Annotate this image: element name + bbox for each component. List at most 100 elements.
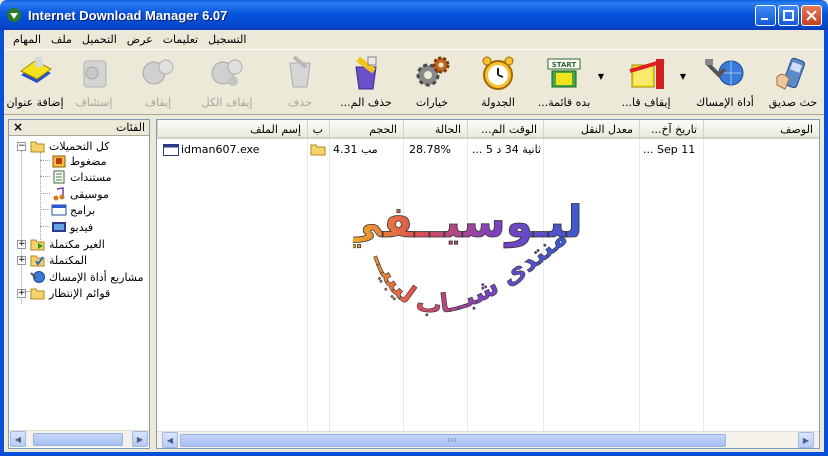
resume-button[interactable]: إستئناف	[70, 52, 118, 114]
stop-queue-icon	[629, 59, 665, 89]
menu-view[interactable]: عرض	[122, 33, 158, 46]
categories-title: الفئات	[116, 121, 145, 134]
maximize-button[interactable]	[778, 5, 799, 26]
toolbar: إضافة عنوان إستئناف إيقاف إيقاف الكل حذف…	[4, 49, 824, 115]
unfinished-folder-icon	[30, 239, 45, 251]
menu-tasks[interactable]: المهام	[8, 33, 46, 46]
add-url-button[interactable]: إضافة عنوان	[6, 52, 64, 114]
tree-item-all-downloads[interactable]: − كل التحميلات	[17, 138, 110, 154]
svg-text:START: START	[552, 61, 577, 69]
column-q[interactable]: ب	[307, 120, 329, 139]
column-headers: إسم الملف ب الحجم الحالة ...الوقت الم مع…	[157, 120, 819, 139]
documents-icon	[53, 170, 65, 184]
scroll-thumb[interactable]	[180, 433, 726, 447]
resume-icon	[83, 60, 107, 88]
stop-all-icon	[211, 59, 243, 86]
column-last-try[interactable]: ...تاريخ آخ	[639, 120, 703, 139]
tree-item-compressed[interactable]: مضغوط	[51, 153, 107, 169]
window-title: Internet Download Manager 6.07	[28, 7, 228, 23]
start-queue-button[interactable]: START ...بده قائمة ▼	[534, 52, 604, 114]
menu-file[interactable]: ملف	[46, 33, 77, 46]
column-size[interactable]: الحجم	[329, 120, 403, 139]
arrow-right-icon: ▶	[136, 434, 144, 444]
table-row[interactable]: idman607.exe 4.31 مب 28.78% ثانية 34 د 5…	[157, 141, 819, 158]
tree-item-video[interactable]: فيديو	[51, 219, 93, 235]
download-list: إسم الملف ب الحجم الحالة ...الوقت الم مع…	[156, 119, 820, 449]
exe-file-icon	[163, 143, 179, 156]
scroll-thumb[interactable]	[33, 432, 123, 446]
close-button[interactable]	[801, 5, 822, 26]
maximize-icon	[783, 10, 794, 21]
column-time-left[interactable]: ...الوقت الم	[467, 120, 543, 139]
stop-all-button[interactable]: إيقاف الكل	[202, 52, 252, 114]
forum-watermark-logo: البـوسيــفي منتدى شبــاب ليبيــا	[353, 175, 583, 321]
delete-icon	[289, 55, 311, 88]
menu-downloads[interactable]: التحميل	[77, 33, 122, 46]
tree-item-unfinished[interactable]: + الغير مكتملة	[17, 236, 105, 252]
stop-icon	[142, 59, 174, 85]
expand-icon[interactable]: +	[17, 239, 26, 249]
cell-description	[707, 141, 817, 158]
tree-item-music[interactable]: موسيقى	[51, 186, 109, 202]
categories-horizontal-scrollbar[interactable]: ◀ ▶	[9, 430, 149, 447]
menu-registration[interactable]: التسجيل	[203, 33, 251, 46]
categories-close-button[interactable]: ×	[13, 120, 23, 134]
list-horizontal-scrollbar[interactable]: ◀ ▶	[157, 431, 819, 448]
title-bar[interactable]: Internet Download Manager 6.07	[0, 0, 828, 30]
tree-item-finished[interactable]: + المكتملة	[17, 252, 87, 268]
column-filename[interactable]: إسم الملف	[157, 120, 307, 139]
programs-icon	[51, 204, 67, 216]
options-button[interactable]: خيارات	[410, 52, 454, 114]
tell-friend-button[interactable]: حث صديق	[766, 52, 820, 114]
collapse-icon[interactable]: −	[17, 141, 26, 151]
stop-queue-dropdown-icon[interactable]: ▼	[680, 72, 686, 81]
arrow-right-icon: ▶	[802, 435, 810, 445]
scroll-left-button[interactable]: ◀	[162, 432, 178, 448]
menu-help[interactable]: تعليمات	[158, 33, 203, 46]
column-description[interactable]: الوصف	[703, 120, 819, 139]
start-queue-icon: START	[547, 58, 581, 88]
tell-friend-icon	[776, 57, 806, 90]
column-transfer-rate[interactable]: معدل النقل	[543, 120, 639, 139]
scheduler-button[interactable]: الجدولة	[476, 52, 520, 114]
categories-panel: × الفئات − كل التحميلات مضغوط مستندات مو…	[8, 119, 150, 449]
scheduler-clock-icon	[482, 56, 514, 90]
start-queue-dropdown-icon[interactable]: ▼	[598, 72, 604, 81]
minimize-icon	[761, 18, 768, 20]
tree-item-documents[interactable]: مستندات	[51, 169, 112, 185]
minimize-button[interactable]	[755, 5, 776, 26]
cell-filename: idman607.exe	[181, 143, 260, 156]
delete-button[interactable]: حذف	[280, 52, 320, 114]
folder-open-icon	[30, 141, 45, 153]
arrow-left-icon: ◀	[166, 435, 174, 445]
tree-item-grabber-projects[interactable]: مشاريع أداة الإمساك	[30, 269, 144, 285]
idm-app-icon	[7, 8, 21, 22]
options-gear-icon	[416, 56, 450, 87]
tree-item-queues[interactable]: + قوائم الإنتظار	[17, 285, 110, 301]
tree-item-programs[interactable]: برامج	[51, 202, 95, 218]
grabber-projects-icon	[30, 271, 45, 283]
cell-last-try: ... Sep 11	[643, 143, 696, 156]
expand-icon[interactable]: +	[17, 255, 26, 265]
cell-time-left: ثانية 34 د 5 ...	[471, 143, 541, 156]
scroll-left-button[interactable]: ◀	[10, 431, 26, 447]
column-status[interactable]: الحالة	[403, 120, 467, 139]
grabber-button[interactable]: أداة الإمساك	[694, 52, 756, 114]
scroll-right-button[interactable]: ▶	[132, 431, 148, 447]
music-icon	[53, 187, 65, 201]
stop-button[interactable]: إيقاف	[140, 52, 176, 114]
cell-status: 28.78%	[409, 143, 451, 156]
finished-folder-icon	[30, 255, 45, 267]
expand-icon[interactable]: +	[17, 288, 26, 298]
queue-folder-icon	[310, 144, 326, 156]
compressed-icon	[52, 155, 66, 168]
cell-size: 4.31 مب	[333, 143, 378, 156]
delete-completed-icon	[355, 56, 377, 90]
grabber-icon	[705, 59, 744, 86]
queues-folder-icon	[30, 288, 45, 300]
stop-queue-button[interactable]: ...إيقاف قا ▼	[616, 52, 686, 114]
scroll-right-button[interactable]: ▶	[798, 432, 814, 448]
menu-bar: المهام ملف التحميل عرض تعليمات التسجيل	[4, 30, 824, 48]
grip-icon	[448, 438, 456, 442]
delete-completed-button[interactable]: ...حذف الم	[338, 52, 394, 114]
